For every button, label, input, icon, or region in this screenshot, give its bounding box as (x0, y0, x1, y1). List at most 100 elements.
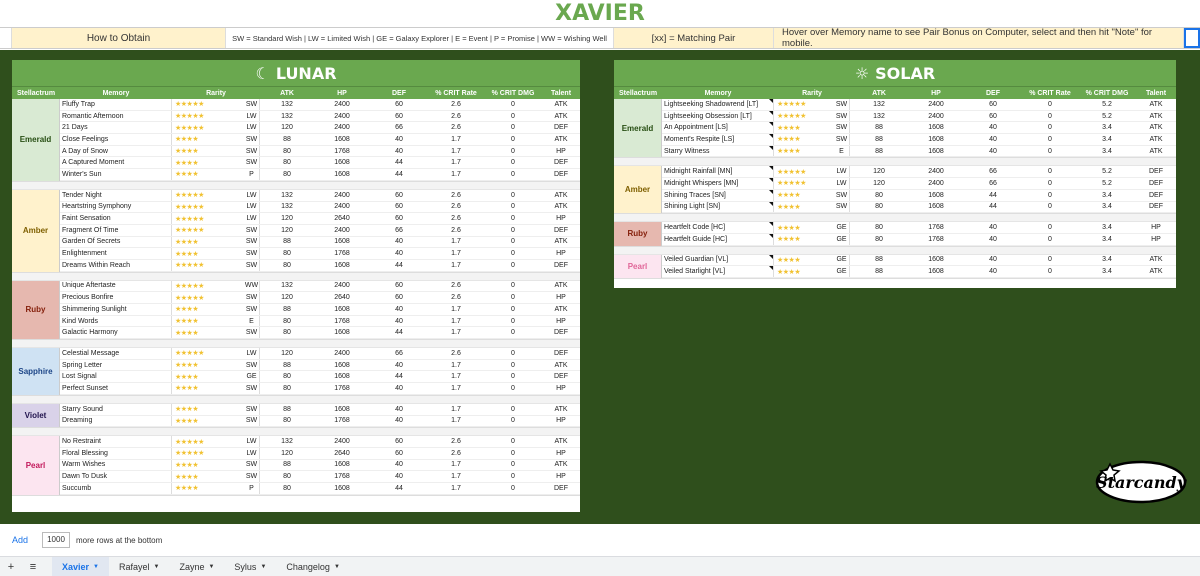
col-atk[interactable]: ATK (850, 87, 908, 99)
def-cell[interactable]: 66 (964, 166, 1022, 177)
source-cell[interactable]: LW (244, 122, 260, 134)
sheet-tab[interactable]: Zayne ▼ (169, 557, 224, 576)
memory-name-cell[interactable]: Unique Aftertaste (60, 280, 172, 292)
atk-cell[interactable]: 80 (260, 471, 314, 482)
hp-cell[interactable]: 2400 (908, 111, 964, 122)
memory-name-cell[interactable]: Garden Of Secrets (60, 236, 172, 248)
hp-cell[interactable]: 1768 (314, 416, 370, 427)
atk-cell[interactable]: 88 (850, 134, 908, 145)
talent-cell[interactable]: ATK (542, 202, 580, 213)
hp-cell[interactable]: 1608 (908, 266, 964, 277)
talent-cell[interactable]: DEF (542, 169, 580, 180)
stellactrum-cell[interactable]: Ruby (12, 280, 60, 340)
table-row[interactable]: Galactic Harmony ★★★★ SW 80 1608 44 1.7 0 DEF (60, 327, 580, 340)
crit-rate-cell[interactable]: 1.7 (428, 460, 484, 471)
memory-name-cell[interactable]: Spring Letter (60, 359, 172, 371)
atk-cell[interactable]: 88 (850, 122, 908, 133)
crit-dmg-cell[interactable]: 0 (484, 122, 542, 133)
def-cell[interactable]: 40 (964, 222, 1022, 233)
crit-dmg-cell[interactable]: 0 (484, 348, 542, 359)
crit-dmg-cell[interactable]: 0 (484, 237, 542, 248)
crit-dmg-cell[interactable]: 0 (484, 202, 542, 213)
atk-cell[interactable]: 132 (850, 99, 908, 110)
col-crit-dmg[interactable]: % CRIT DMG (484, 87, 542, 99)
table-row[interactable]: Fluffy Trap ★★★★★ SW 132 2400 60 2.6 0 ATK (60, 99, 580, 111)
add-rows-button[interactable]: Add (12, 535, 28, 545)
hp-cell[interactable]: 1608 (314, 460, 370, 471)
memory-name-cell[interactable]: Heartstring Symphony (60, 201, 172, 213)
memory-name-cell[interactable]: Shining Light [SN] (662, 201, 774, 213)
hp-cell[interactable]: 1608 (314, 360, 370, 371)
stellactrum-cell[interactable]: Amber (614, 166, 662, 214)
table-row[interactable]: Lightseeking Shadowrend [LT] ★★★★★ SW 132 24… (662, 99, 1176, 111)
hp-cell[interactable]: 1608 (908, 146, 964, 157)
memory-name-cell[interactable]: Dawn To Dusk (60, 471, 172, 482)
def-cell[interactable]: 40 (370, 237, 428, 248)
memory-name-cell[interactable]: Tender Night (60, 189, 172, 201)
memory-name-cell[interactable]: Precious Bonfire (60, 292, 172, 303)
table-row[interactable]: Perfect Sunset ★★★★ SW 80 1768 40 1.7 0 HP (60, 383, 580, 395)
col-talent[interactable]: Talent (542, 87, 580, 99)
source-cell[interactable]: P (244, 482, 260, 494)
crit-rate-cell[interactable]: 2.6 (428, 213, 484, 224)
hp-cell[interactable]: 1608 (908, 134, 964, 145)
legend-how-to-obtain[interactable]: How to Obtain (12, 28, 226, 48)
crit-dmg-cell[interactable]: 0 (484, 213, 542, 224)
source-cell[interactable]: SW (244, 248, 260, 259)
crit-dmg-cell[interactable]: 0 (484, 483, 542, 494)
sheet-tab[interactable]: Xavier ▼ (52, 557, 109, 576)
memory-name-cell[interactable]: A Day of Snow (60, 145, 172, 157)
def-cell[interactable]: 44 (370, 327, 428, 338)
memory-name-cell[interactable]: Midnight Whispers [MN] (662, 178, 774, 189)
source-cell[interactable]: GE (834, 222, 850, 233)
crit-rate-cell[interactable]: 0 (1022, 146, 1078, 157)
hp-cell[interactable]: 2400 (314, 99, 370, 110)
table-row[interactable]: Winter's Sun ★★★★ P 80 1608 44 1.7 0 DEF (60, 169, 580, 181)
def-cell[interactable]: 40 (370, 146, 428, 157)
rows-count-input[interactable]: 1000 (42, 532, 71, 548)
memory-name-cell[interactable]: Starry Witness (662, 145, 774, 157)
atk-cell[interactable]: 120 (260, 292, 314, 303)
table-row[interactable]: Lost Signal ★★★★ GE 80 1608 44 1.7 0 DEF (60, 371, 580, 384)
source-cell[interactable]: E (834, 145, 850, 157)
col-atk[interactable]: ATK (260, 87, 314, 99)
hp-cell[interactable]: 1608 (314, 483, 370, 494)
atk-cell[interactable]: 132 (260, 111, 314, 122)
def-cell[interactable]: 66 (370, 348, 428, 359)
table-row[interactable]: Veiled Guardian [VL] ★★★★ GE 88 1608 40 0 3.4 AT… (662, 254, 1176, 267)
source-cell[interactable]: SW (834, 122, 850, 134)
table-row[interactable]: Floral Blessing ★★★★★ LW 120 2640 60 2.6 0 HP (60, 447, 580, 460)
def-cell[interactable]: 40 (370, 383, 428, 394)
def-cell[interactable]: 44 (370, 483, 428, 494)
def-cell[interactable]: 60 (370, 436, 428, 447)
source-cell[interactable]: SW (244, 145, 260, 157)
atk-cell[interactable]: 120 (260, 225, 314, 236)
crit-rate-cell[interactable]: 0 (1022, 202, 1078, 213)
source-cell[interactable]: SW (834, 110, 850, 122)
atk-cell[interactable]: 80 (260, 383, 314, 394)
def-cell[interactable]: 44 (370, 371, 428, 382)
talent-cell[interactable]: DEF (1136, 202, 1176, 213)
table-row[interactable]: Enlightenment ★★★★ SW 80 1768 40 1.7 0 HP (60, 248, 580, 260)
talent-cell[interactable]: ATK (1136, 134, 1176, 145)
hp-cell[interactable]: 1608 (314, 304, 370, 315)
source-cell[interactable]: GE (244, 371, 260, 383)
source-cell[interactable]: SW (244, 403, 260, 415)
atk-cell[interactable]: 132 (850, 111, 908, 122)
table-row[interactable]: Precious Bonfire ★★★★★ SW 120 2640 60 2.6 0 HP (60, 292, 580, 304)
atk-cell[interactable]: 80 (260, 316, 314, 327)
def-cell[interactable]: 60 (964, 99, 1022, 110)
def-cell[interactable]: 40 (964, 266, 1022, 277)
memory-name-cell[interactable]: Floral Blessing (60, 447, 172, 459)
sheet-tab[interactable]: Sylus ▼ (224, 557, 276, 576)
table-row[interactable]: Moment's Respite [LS] ★★★★ SW 88 1608 40 0 3.4 A… (662, 134, 1176, 146)
atk-cell[interactable]: 132 (260, 190, 314, 201)
crit-dmg-cell[interactable]: 3.4 (1078, 202, 1136, 213)
hp-cell[interactable]: 2400 (314, 281, 370, 292)
sheet-tab[interactable]: Changelog ▼ (276, 557, 350, 576)
talent-cell[interactable]: ATK (1136, 111, 1176, 122)
atk-cell[interactable]: 120 (850, 166, 908, 177)
table-row[interactable]: Romantic Afternoon ★★★★★ LW 132 2400 60 2.6 0 AT… (60, 110, 580, 123)
def-cell[interactable]: 40 (964, 234, 1022, 245)
source-cell[interactable]: GE (834, 233, 850, 245)
